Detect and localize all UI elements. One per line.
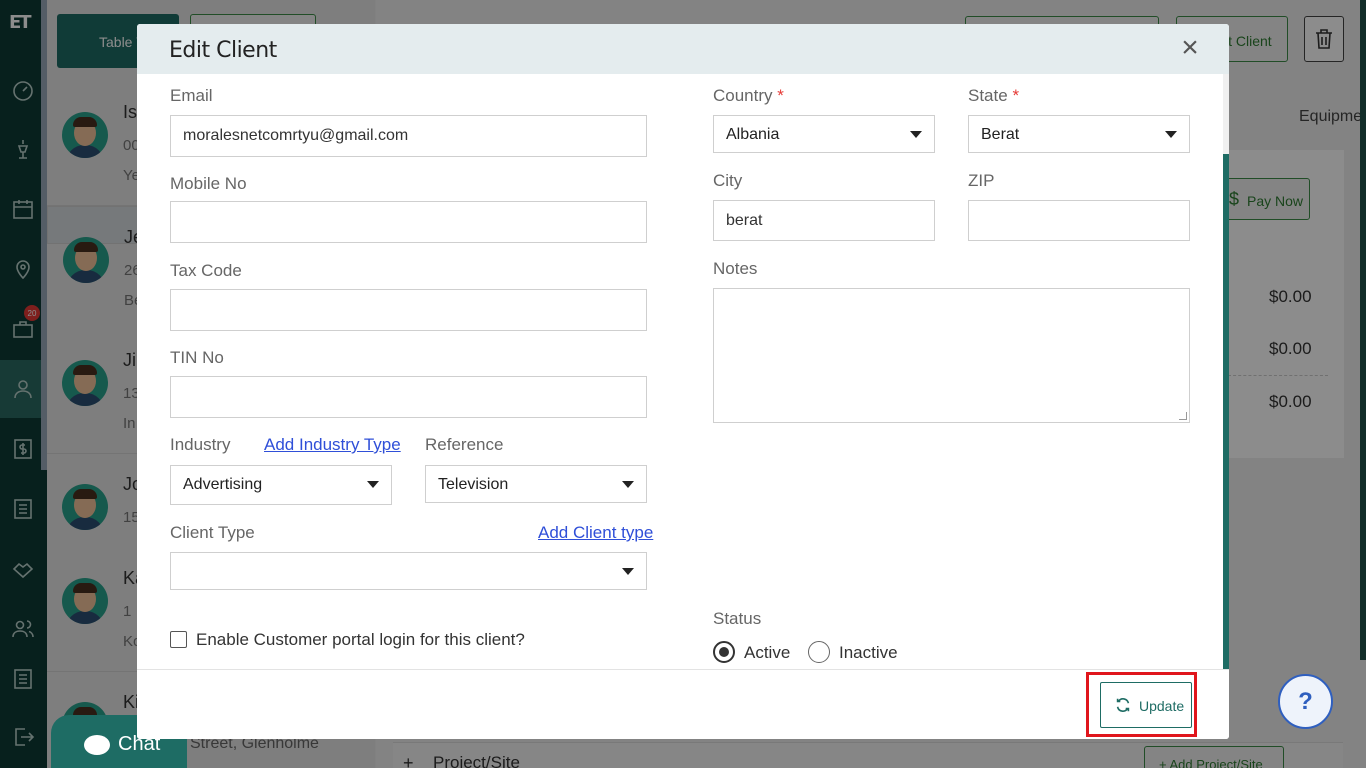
email-field[interactable]	[170, 115, 647, 157]
tax-code-label: Tax Code	[170, 261, 242, 280]
tax-code-field[interactable]	[170, 289, 647, 331]
mobile-field[interactable]	[170, 201, 647, 243]
help-button[interactable]: ?	[1278, 674, 1333, 729]
chevron-down-icon	[1165, 131, 1177, 138]
edit-client-modal: Edit Client × Email Mobile No Tax Code T…	[137, 24, 1229, 739]
chevron-down-icon	[910, 131, 922, 138]
client-type-label: Client Type	[170, 523, 255, 542]
modal-header: Edit Client ×	[137, 24, 1229, 74]
state-label: State *	[968, 86, 1020, 105]
mobile-label: Mobile No	[170, 174, 247, 193]
customer-portal-checkbox[interactable]	[170, 631, 187, 648]
zip-field[interactable]	[968, 200, 1190, 241]
email-label: Email	[170, 86, 213, 105]
country-label: Country *	[713, 86, 784, 105]
modal-footer	[137, 669, 1229, 739]
country-select[interactable]: Albania	[713, 115, 935, 153]
customer-portal-label: Enable Customer portal login for this cl…	[196, 630, 525, 649]
tin-no-field[interactable]	[170, 376, 647, 418]
status-active-radio[interactable]	[713, 641, 735, 663]
notes-label: Notes	[713, 259, 758, 278]
status-inactive-radio[interactable]	[808, 641, 830, 663]
reference-label: Reference	[425, 435, 504, 454]
add-client-type-link[interactable]: Add Client type	[538, 523, 653, 543]
city-label: City	[713, 171, 743, 190]
modal-title: Edit Client	[169, 38, 277, 63]
chat-bubble-icon	[84, 735, 110, 755]
chevron-down-icon	[622, 481, 634, 488]
status-label: Status	[713, 609, 762, 628]
industry-label: Industry	[170, 435, 231, 454]
chevron-down-icon	[367, 481, 379, 488]
tin-no-label: TIN No	[170, 348, 224, 367]
resize-handle[interactable]	[1179, 412, 1187, 420]
notes-textarea[interactable]	[713, 288, 1190, 423]
status-inactive-label: Inactive	[839, 643, 898, 662]
chevron-down-icon	[622, 568, 634, 575]
status-active-label: Active	[744, 643, 791, 662]
close-icon[interactable]: ×	[1177, 33, 1203, 63]
update-button[interactable]: Update	[1100, 682, 1192, 728]
state-select[interactable]: Berat	[968, 115, 1190, 153]
refresh-icon	[1116, 698, 1130, 712]
zip-label: ZIP	[968, 171, 995, 190]
modal-scrollbar-thumb[interactable]	[1223, 154, 1229, 669]
city-field[interactable]	[713, 200, 935, 241]
client-type-select[interactable]	[170, 552, 647, 590]
add-industry-type-link[interactable]: Add Industry Type	[264, 435, 401, 455]
reference-select[interactable]: Television	[425, 465, 647, 503]
industry-select[interactable]: Advertising	[170, 465, 392, 505]
